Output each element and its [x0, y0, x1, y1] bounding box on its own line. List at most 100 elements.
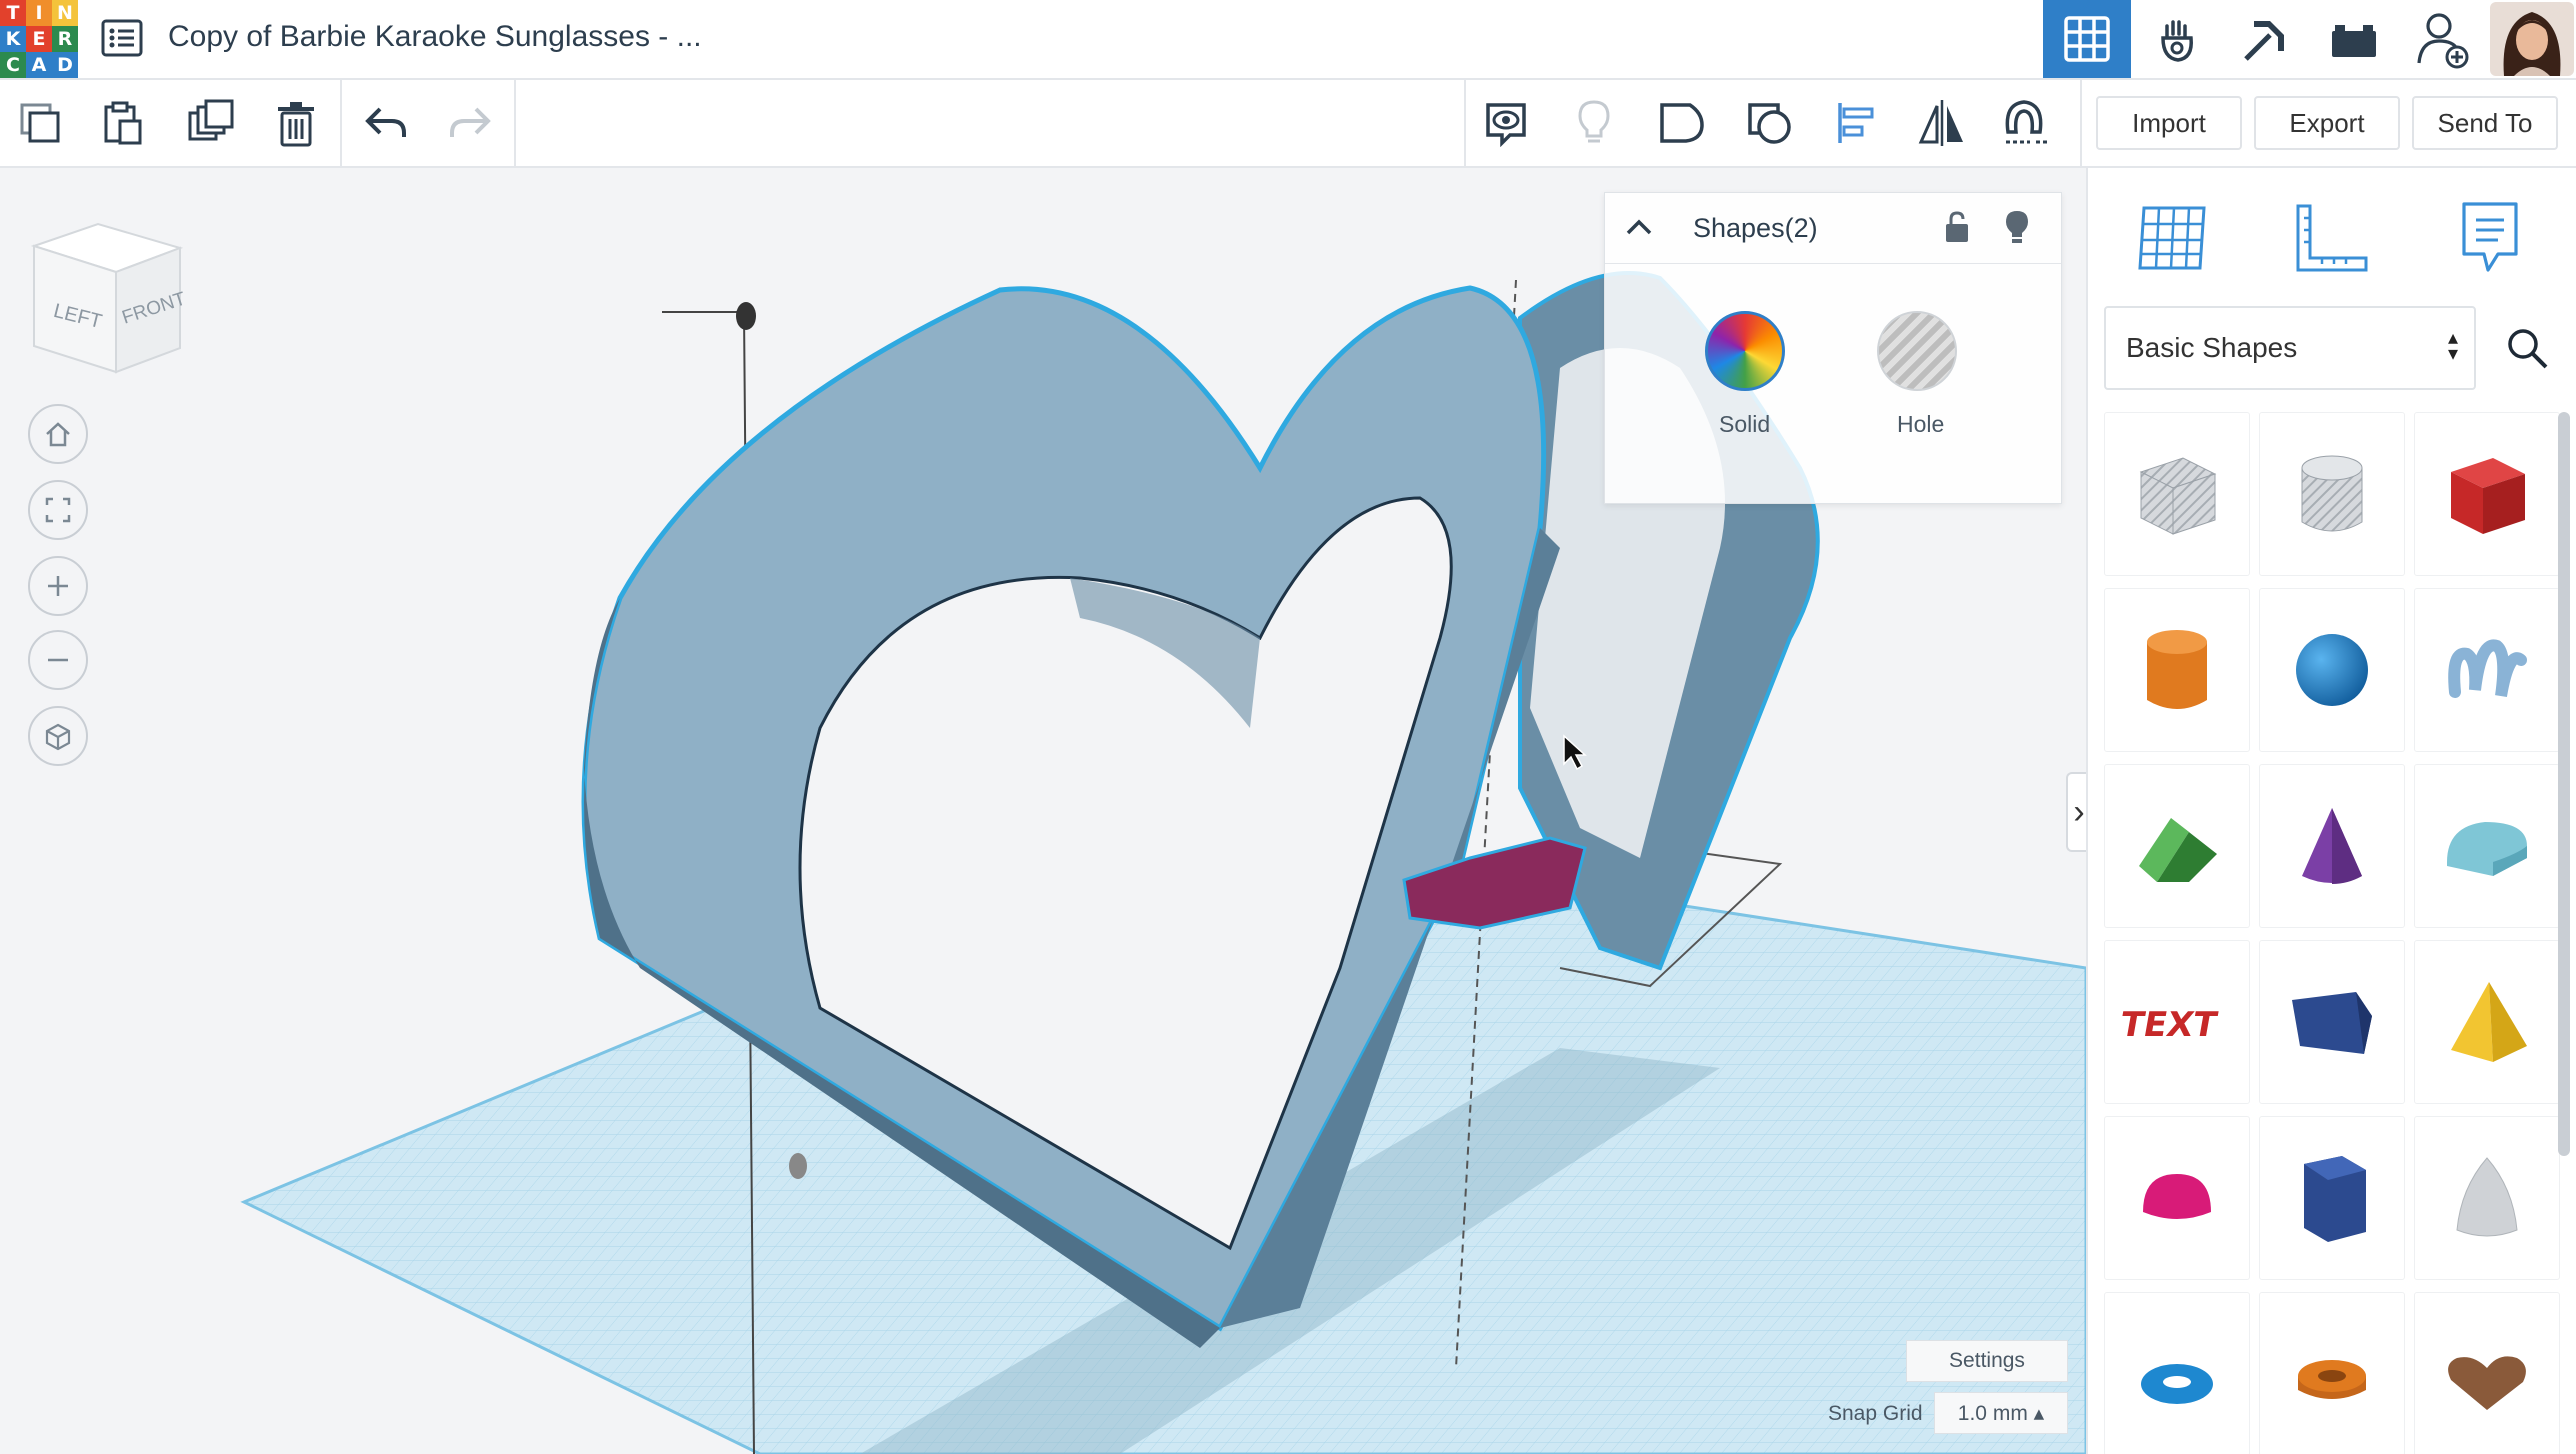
shape-category-select[interactable]: Basic Shapes ▴ ▾: [2104, 306, 2476, 390]
zoom-out-button[interactable]: [28, 630, 88, 690]
cruise-magnet-icon: [2005, 100, 2050, 144]
export-button[interactable]: Export: [2254, 96, 2400, 150]
shape-torus[interactable]: [2104, 1292, 2250, 1454]
group-button[interactable]: [1650, 92, 1714, 154]
invite-user-button[interactable]: [2400, 0, 2486, 78]
cruise-button[interactable]: [1996, 92, 2060, 154]
settings-button[interactable]: Settings: [1906, 1340, 2068, 1382]
notes-visibility-icon: [1486, 103, 1526, 147]
select-arrows-icon: ▴ ▾: [2447, 327, 2458, 365]
shape-wedge[interactable]: [2259, 940, 2405, 1104]
shape-cylinder-hole[interactable]: [2259, 412, 2405, 576]
heart-icon: [2448, 1356, 2526, 1410]
ungroup-button[interactable]: [1738, 92, 1802, 154]
shape-sphere[interactable]: [2259, 588, 2405, 752]
home-view-button[interactable]: [28, 404, 88, 464]
nav-bricks-button[interactable]: [2310, 0, 2398, 78]
copy-button[interactable]: [8, 92, 72, 154]
lock-button[interactable]: [1937, 207, 1977, 247]
sphere-icon: [2296, 634, 2368, 706]
perspective-toggle-button[interactable]: [28, 706, 88, 766]
logo-letter: E: [26, 26, 52, 52]
user-avatar[interactable]: [2490, 2, 2574, 76]
zoom-out-icon: [48, 658, 68, 662]
chevron-right-icon: ›: [2073, 792, 2085, 831]
inspector-collapse-button[interactable]: [1619, 207, 1659, 247]
ungroup-icon: [1748, 103, 1791, 144]
send-to-button[interactable]: Send To: [2412, 96, 2558, 150]
nav-3d-design-button[interactable]: [2043, 0, 2131, 78]
wedge-icon: [2292, 992, 2372, 1054]
import-button[interactable]: Import: [2096, 96, 2242, 150]
hole-label[interactable]: Hole: [1897, 411, 1944, 438]
nav-minecraft-button[interactable]: [2222, 0, 2310, 78]
shape-tube[interactable]: [2259, 1292, 2405, 1454]
shape-polygon[interactable]: [2259, 1116, 2405, 1280]
redo-button[interactable]: [438, 92, 502, 154]
duplicate-button[interactable]: [178, 92, 242, 154]
align-button[interactable]: [1826, 92, 1890, 154]
top-bar: T I N K E R C A D Copy of Barbie Karaoke…: [0, 0, 2576, 80]
shapes-scrollbar[interactable]: [2558, 412, 2570, 1156]
inspector-header: Shapes(2): [1605, 193, 2061, 264]
fit-view-button[interactable]: [28, 480, 88, 540]
show-all-button[interactable]: [1562, 92, 1626, 154]
snap-grid-select[interactable]: 1.0 mm ▴: [1934, 1392, 2068, 1434]
shapes-sidebar: Basic Shapes ▴ ▾ TEXT: [2086, 168, 2576, 1454]
copy-icon: [20, 103, 60, 143]
view-cube[interactable]: LEFT FRONT: [28, 212, 188, 382]
ruler-tool-button[interactable]: [2282, 194, 2378, 282]
avatar-image: [2490, 2, 2574, 76]
tube-icon: [2298, 1360, 2366, 1399]
torus-icon: [2141, 1364, 2213, 1404]
hole-swatch[interactable]: [1877, 311, 1957, 391]
fit-all-icon: [45, 497, 71, 523]
shape-heart[interactable]: [2414, 1292, 2560, 1454]
shape-roof[interactable]: [2104, 764, 2250, 928]
shape-scribble[interactable]: [2414, 588, 2560, 752]
shape-pyramid[interactable]: [2414, 940, 2560, 1104]
sidebar-collapse-toggle[interactable]: ›: [2066, 772, 2086, 852]
design-title[interactable]: Copy of Barbie Karaoke Sunglasses - ...: [168, 20, 702, 54]
roof-icon: [2139, 818, 2217, 882]
bricks-icon: [2332, 25, 2376, 57]
unlock-icon: [1946, 211, 1968, 242]
toolbar-separator: [2080, 80, 2082, 166]
notes-tool-button[interactable]: [2442, 194, 2538, 282]
shape-cone[interactable]: [2259, 764, 2405, 928]
paste-button[interactable]: [90, 92, 154, 154]
shape-box[interactable]: [2414, 412, 2560, 576]
shape-text[interactable]: TEXT: [2104, 940, 2250, 1104]
nav-sim-lab-button[interactable]: [2134, 0, 2222, 78]
shape-cylinder[interactable]: [2104, 588, 2250, 752]
undo-button[interactable]: [354, 92, 418, 154]
design-list-button[interactable]: [98, 16, 146, 60]
toolbar-separator: [1464, 80, 1466, 166]
shape-round-roof[interactable]: [2414, 764, 2560, 928]
workplane-tool-button[interactable]: [2124, 194, 2220, 282]
box-hole-icon: [2139, 457, 2217, 535]
shape-box-hole[interactable]: [2104, 412, 2250, 576]
delete-button[interactable]: [264, 92, 328, 154]
polygon-icon: [2304, 1156, 2366, 1242]
toolbar-separator: [340, 80, 342, 166]
zoom-in-button[interactable]: [28, 556, 88, 616]
mirror-button[interactable]: [1910, 92, 1974, 154]
half-sphere-icon: [2143, 1174, 2211, 1219]
solid-color-swatch[interactable]: [1705, 311, 1785, 391]
hide-shape-button[interactable]: [1997, 207, 2037, 247]
solid-label[interactable]: Solid: [1719, 411, 1770, 438]
align-icon: [1838, 103, 1874, 143]
shape-half-sphere[interactable]: [2104, 1116, 2250, 1280]
shape-inspector-panel: Shapes(2) Solid Hole: [1604, 192, 2062, 504]
logo-letter: R: [52, 26, 78, 52]
toolbar-separator: [514, 80, 516, 166]
notes-visibility-button[interactable]: [1474, 92, 1538, 154]
shape-paraboloid[interactable]: [2414, 1116, 2560, 1280]
shape-search-button[interactable]: [2488, 306, 2566, 390]
inspector-title: Shapes(2): [1693, 213, 1818, 243]
grid-3d-icon: [2064, 16, 2110, 62]
scribble-icon: [2448, 639, 2527, 698]
shape-category-value: Basic Shapes: [2126, 332, 2298, 363]
tinkercad-logo[interactable]: T I N K E R C A D: [0, 0, 78, 78]
